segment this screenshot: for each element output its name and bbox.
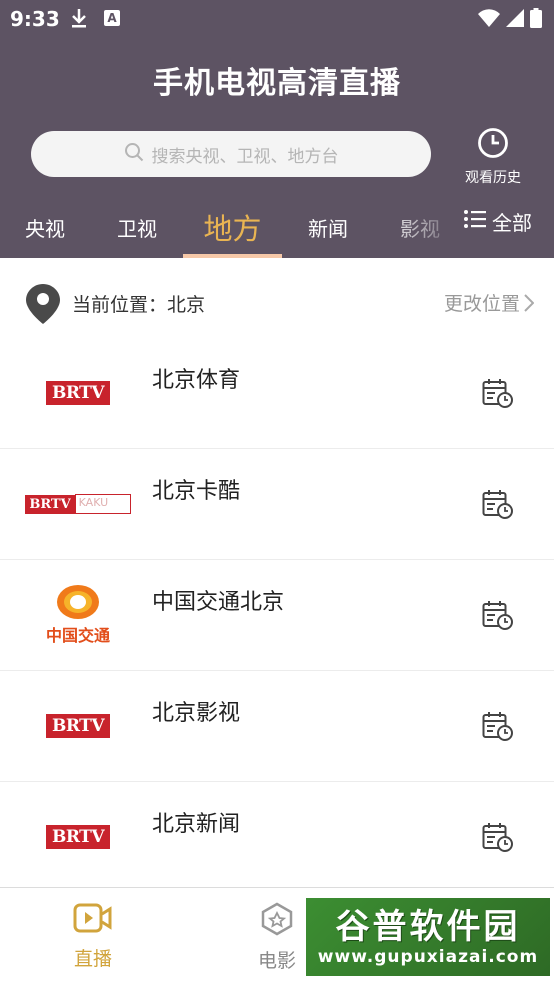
- list-item[interactable]: BRTV KAKU 北京卡酷: [0, 449, 554, 560]
- video-play-icon: [73, 903, 113, 938]
- schedule-icon[interactable]: [482, 822, 514, 856]
- site-watermark: 谷普软件园 www.gupuxiazai.com: [304, 896, 552, 978]
- location-pin-icon: [26, 284, 60, 328]
- history-button[interactable]: 观看历史: [458, 127, 528, 187]
- tab-satellite[interactable]: 卫视: [92, 196, 182, 258]
- channel-name: 北京新闻: [152, 812, 241, 837]
- schedule-icon[interactable]: [482, 489, 514, 523]
- schedule-icon[interactable]: [482, 711, 514, 745]
- status-time: 9:33: [10, 7, 60, 31]
- search-placeholder: 搜索央视、卫视、地方台: [151, 146, 339, 167]
- channel-name: 北京体育: [152, 368, 241, 393]
- all-categories-button[interactable]: 全部: [464, 196, 532, 246]
- channel-name: 北京影视: [152, 701, 241, 726]
- tab-cctv[interactable]: 央视: [0, 196, 90, 258]
- change-location-button[interactable]: 更改位置: [444, 289, 520, 316]
- list-item[interactable]: 中国交通 中国交通北京: [0, 560, 554, 671]
- list-icon: [464, 209, 486, 234]
- all-label: 全部: [492, 210, 532, 235]
- clock-icon: [477, 128, 509, 163]
- battery-icon: [530, 8, 542, 32]
- list-item[interactable]: BRTV 北京体育: [0, 338, 554, 449]
- channel-list: BRTV 北京体育 BRTV KAKU 北京卡酷 中国交通 中国交通北京 BRT…: [0, 338, 554, 893]
- channel-logo: 中国交通: [20, 582, 136, 648]
- current-location: 当前位置：北京: [72, 294, 206, 316]
- chevron-right-icon[interactable]: [524, 294, 535, 316]
- nav-live[interactable]: 直播: [43, 902, 143, 971]
- channel-name: 北京卡酷: [152, 479, 241, 504]
- channel-logo: BRTV KAKU: [20, 471, 136, 537]
- wifi-icon: [478, 9, 500, 31]
- traffic-logo-icon: [56, 585, 99, 619]
- status-bar: 9:33 A: [0, 0, 554, 38]
- search-icon: [124, 142, 144, 166]
- app-title: 手机电视高清直播: [153, 66, 401, 101]
- list-item[interactable]: BRTV 北京影视: [0, 671, 554, 782]
- channel-logo: BRTV: [20, 360, 136, 426]
- tab-local[interactable]: 地方: [183, 196, 282, 258]
- channel-name: 中国交通北京: [152, 590, 285, 615]
- download-icon: [70, 8, 88, 32]
- history-label: 观看历史: [465, 170, 521, 186]
- schedule-icon[interactable]: [482, 600, 514, 634]
- notification-a-icon: A: [104, 10, 120, 26]
- signal-icon: [506, 9, 524, 31]
- tab-news[interactable]: 新闻: [284, 196, 372, 258]
- movie-hex-icon: [260, 902, 294, 940]
- channel-logo: BRTV: [20, 693, 136, 759]
- watermark-url: www.gupuxiazai.com: [317, 947, 539, 967]
- watermark-main: 谷普软件园: [335, 907, 521, 947]
- status-right-icons: [478, 8, 542, 32]
- location-bar: 当前位置：北京 更改位置: [0, 258, 554, 348]
- list-item[interactable]: BRTV 北京新闻: [0, 782, 554, 893]
- nav-live-label: 直播: [73, 948, 112, 970]
- schedule-icon[interactable]: [482, 378, 514, 412]
- channel-logo: BRTV: [20, 804, 136, 870]
- tab-movies[interactable]: 影视: [376, 196, 464, 258]
- search-input[interactable]: 搜索央视、卫视、地方台: [31, 131, 431, 177]
